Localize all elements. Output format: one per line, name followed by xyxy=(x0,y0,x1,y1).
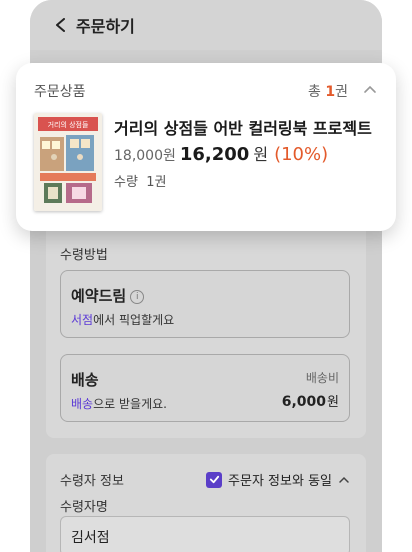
same-as-orderer-toggle[interactable]: 주문자 정보와 동일 xyxy=(206,470,350,489)
accent-text: 배송 xyxy=(71,397,94,411)
recipient-name-label: 수령자명 xyxy=(60,500,108,515)
desc-text: 에서 픽업할게요 xyxy=(93,313,175,327)
checkbox-checked[interactable] xyxy=(206,471,223,488)
price-row: 18,000원 16,200 원 (10%) xyxy=(114,141,328,165)
original-price: 18,000원 xyxy=(114,148,176,164)
cover-title-text: 거리의 상점들 xyxy=(48,120,89,129)
sale-price-unit: 원 xyxy=(253,145,269,164)
option-delivery-title: 배송 xyxy=(71,371,99,389)
count-value: 1 xyxy=(325,84,336,100)
count-unit: 권 xyxy=(335,84,348,100)
receive-method-section: 수령방법 예약드림 i 서점에서 픽업할게요 배송 배송으로 받을게요. 배송비 … xyxy=(46,218,366,438)
fee-unit: 원 xyxy=(327,395,339,410)
accent-text: 서점 xyxy=(71,313,94,327)
recipient-name-input[interactable]: 김서점 xyxy=(60,516,350,552)
info-icon[interactable]: i xyxy=(130,289,145,304)
option-delivery-desc: 배송으로 받을게요. xyxy=(71,395,167,412)
order-product-heading: 주문상품 xyxy=(34,84,86,100)
recipient-section: 수령자 정보 주문자 정보와 동일 수령자명 김서점 xyxy=(46,454,366,552)
sale-price: 16,200 xyxy=(179,144,250,165)
order-product-card: 주문상품 총 1권 거리의 상점들 거리의 상점들 어반 컬러링북 프로젝트 1… xyxy=(16,63,396,231)
chevron-left-icon xyxy=(56,18,65,32)
page-title: 주문하기 xyxy=(76,17,135,36)
option-delivery[interactable]: 배송 배송으로 받을게요. 배송비 6,000원 xyxy=(60,354,350,422)
delivery-fee-value: 6,000원 xyxy=(282,391,339,410)
chevron-up-icon[interactable] xyxy=(338,474,350,486)
book-title: 거리의 상점들 어반 컬러링북 프로젝트 xyxy=(114,119,372,138)
discount-rate: (10%) xyxy=(274,144,329,165)
quantity: 수량 1권 xyxy=(114,171,166,190)
option-reservation[interactable]: 예약드림 i 서점에서 픽업할게요 xyxy=(60,270,350,338)
option-reservation-desc: 서점에서 픽업할게요 xyxy=(71,311,174,328)
book-cover-image: 거리의 상점들 xyxy=(34,113,102,211)
check-icon xyxy=(209,475,219,484)
same-as-orderer-label: 주문자 정보와 동일 xyxy=(228,474,332,489)
top-bar: 주문하기 xyxy=(30,0,382,50)
desc-text: 으로 받을게요. xyxy=(93,397,167,411)
quantity-value: 1권 xyxy=(146,175,167,190)
product-count: 총 1권 xyxy=(308,81,348,101)
delivery-fee-label: 배송비 xyxy=(305,371,339,385)
receive-method-title: 수령방법 xyxy=(60,248,108,263)
back-button[interactable] xyxy=(46,10,76,40)
recipient-title: 수령자 정보 xyxy=(60,474,124,489)
option-reservation-title: 예약드림 i xyxy=(71,285,145,306)
quantity-label: 수량 xyxy=(114,175,138,190)
option-reservation-label: 예약드림 xyxy=(71,287,127,305)
fee-amount: 6,000 xyxy=(281,394,327,410)
chevron-up-icon[interactable] xyxy=(362,82,378,98)
count-prefix: 총 xyxy=(308,84,326,100)
